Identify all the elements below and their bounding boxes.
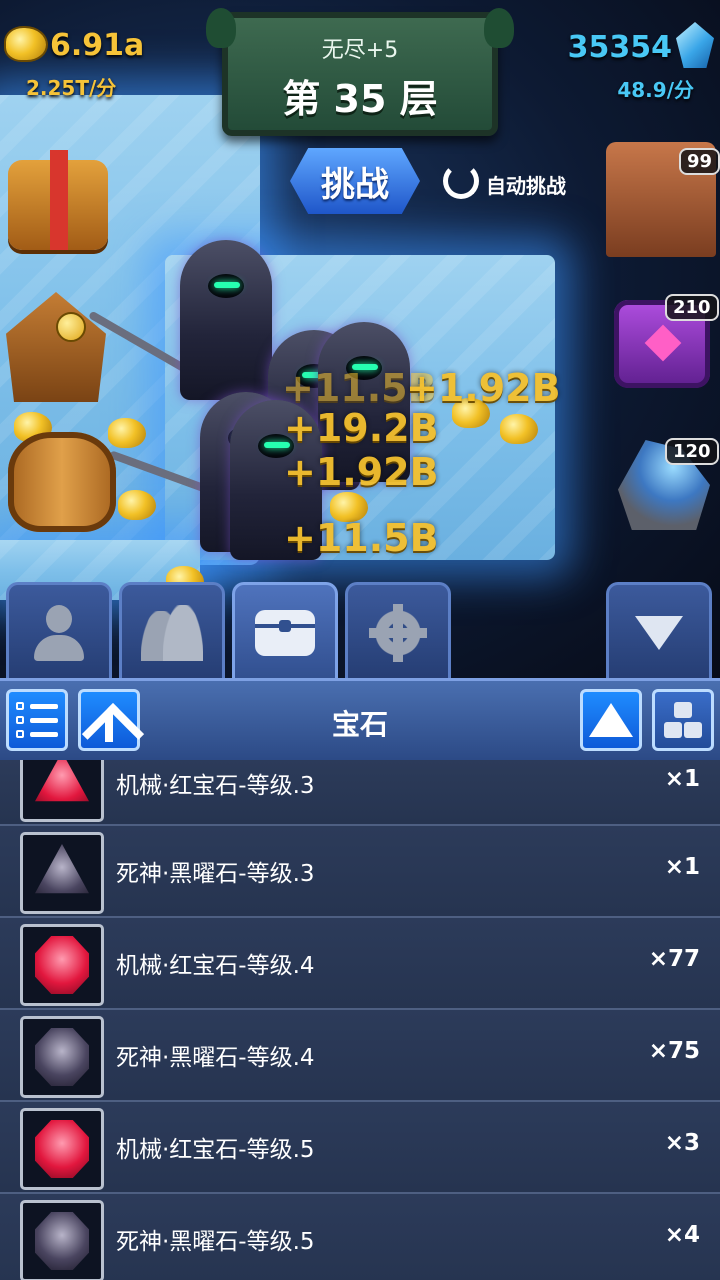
obsidian-icon [35, 1212, 89, 1270]
challenge-button[interactable]: 挑战 [290, 148, 420, 214]
damage-number: +19.2B [284, 406, 439, 450]
gold-nugget-icon [500, 414, 538, 444]
triangle-up-icon [589, 703, 633, 737]
triangle-down-icon [635, 615, 683, 650]
gem-thumbnail [20, 832, 104, 914]
tab-team[interactable] [119, 582, 225, 680]
people-icon [141, 604, 203, 661]
ruby-icon [35, 936, 89, 994]
ore-count-badge: 120 [665, 438, 719, 465]
damage-number: +1.92B [284, 450, 439, 494]
auto-challenge-toggle-icon[interactable] [443, 163, 479, 199]
panel-header: 宝石 [0, 678, 720, 760]
damage-number: +1.92B [406, 366, 561, 410]
bottom-tab-row [0, 578, 720, 680]
gold-amount: 6.91a [50, 28, 145, 63]
auto-challenge-label[interactable]: 自动挑战 [486, 170, 566, 199]
gem-count: ×1 [664, 766, 700, 792]
reaper-hero [180, 240, 272, 400]
obsidian-icon [35, 844, 89, 894]
floor-title: 第 35 层 [282, 77, 438, 121]
list-item[interactable]: 死神·黑曜石-等级.5 ×4 [0, 1194, 720, 1280]
gem-thumbnail [20, 760, 104, 822]
sort-button[interactable] [580, 689, 642, 751]
gem-count: ×4 [664, 1222, 700, 1248]
gem-list[interactable]: 机械·红宝石-等级.3 ×1 死神·黑曜石-等级.3 ×1 机械·红宝石-等级.… [0, 760, 720, 1280]
gold-nugget-icon [118, 490, 156, 520]
claw-ornament [206, 8, 236, 48]
obsidian-icon [35, 1028, 89, 1086]
gem-name: 机械·红宝石-等级.5 [116, 1137, 315, 1163]
gold-nugget-icon [108, 418, 146, 448]
claw-ornament [484, 8, 514, 48]
gold-rate: 2.25T/分 [26, 76, 117, 100]
gift-box-button[interactable] [8, 150, 108, 250]
list-item[interactable]: 机械·红宝石-等级.5 ×3 [0, 1102, 720, 1194]
gem-count: ×1 [664, 854, 700, 880]
gem-count: ×77 [648, 946, 700, 972]
gem-count: ×3 [664, 1130, 700, 1156]
gear-icon [369, 603, 427, 662]
list-item[interactable]: 机械·红宝石-等级.4 ×77 [0, 918, 720, 1010]
blocks-icon [662, 700, 704, 740]
gem-name: 死神·黑曜石-等级.3 [116, 861, 315, 887]
list-item[interactable]: 机械·红宝石-等级.3 ×1 [0, 760, 720, 826]
coin-icon [56, 312, 86, 342]
list-item[interactable]: 死神·黑曜石-等级.4 ×75 [0, 1010, 720, 1102]
collapse-panel-button[interactable] [606, 582, 712, 680]
tab-hero[interactable] [6, 582, 112, 680]
damage-number: +11.5B [284, 516, 439, 560]
tab-bag[interactable] [232, 582, 338, 680]
gold-icon [6, 28, 46, 60]
gem-thumbnail [20, 1108, 104, 1190]
ruby-icon [35, 760, 89, 802]
mail-barrel-button[interactable] [8, 432, 116, 532]
gem-name: 死神·黑曜石-等级.5 [116, 1229, 315, 1255]
category-button[interactable] [652, 689, 714, 751]
gem-rate: 48.9/分 [617, 78, 694, 102]
gem-amount: 35354 [567, 30, 672, 65]
blue-gem-icon [676, 22, 714, 68]
gem-name: 死神·黑曜石-等级.4 [116, 1045, 315, 1071]
floor-mode: 无尽+5 [321, 38, 399, 63]
gem-thumbnail [20, 1200, 104, 1280]
gem-thumbnail [20, 924, 104, 1006]
gem-count: ×75 [648, 1038, 700, 1064]
gem-name: 机械·红宝石-等级.3 [116, 773, 315, 799]
chest-count-badge: 210 [665, 294, 719, 321]
ruby-icon [35, 1120, 89, 1178]
chest-icon [255, 609, 315, 656]
tab-settings[interactable] [345, 582, 451, 680]
floor-sign: 无尽+5 第 35 层 [206, 8, 514, 136]
gem-name: 机械·红宝石-等级.4 [116, 953, 315, 979]
gem-thumbnail [20, 1016, 104, 1098]
list-item[interactable]: 死神·黑曜石-等级.3 ×1 [0, 826, 720, 918]
person-icon [34, 604, 84, 661]
robot-count-badge: 99 [679, 148, 720, 175]
